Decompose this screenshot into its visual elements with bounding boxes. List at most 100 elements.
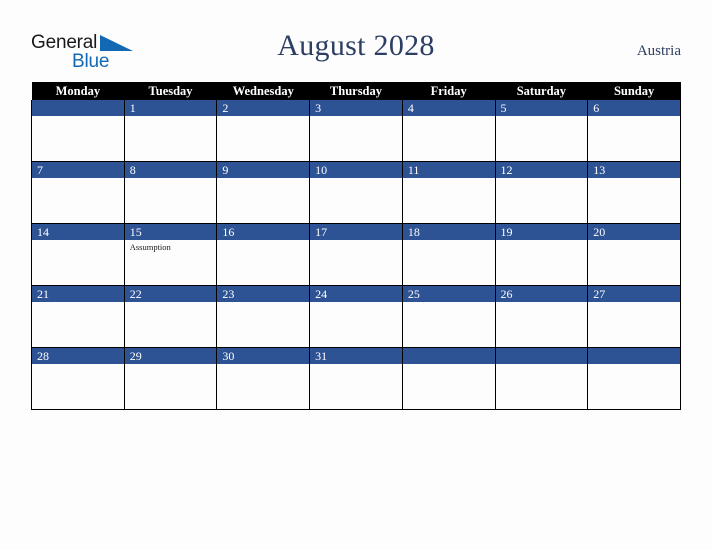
page-title: August 2028 [277, 29, 435, 62]
day-number: 5 [495, 100, 588, 116]
day-number: 10 [310, 162, 402, 178]
calendar-day-cell[interactable]: 14 [31, 223, 125, 286]
calendar-day-cell[interactable]: 18 [401, 223, 496, 286]
calendar-day-cell[interactable] [401, 347, 496, 410]
day-events [217, 364, 309, 366]
day-cell-content: 18 [402, 224, 495, 285]
calendar-day-cell[interactable]: 7 [31, 161, 125, 224]
day-events: Assumption [125, 240, 217, 253]
calendar-day-cell[interactable]: 22 [123, 285, 218, 348]
day-cell-content: 9 [217, 162, 310, 223]
calendar-day-cell[interactable]: 17 [309, 223, 403, 286]
calendar-day-cell[interactable]: 5 [494, 100, 589, 162]
calendar-day-cell[interactable]: 12 [494, 161, 589, 224]
day-number: 25 [402, 286, 495, 302]
day-cell-content: 26 [495, 286, 588, 347]
day-number: 20 [588, 224, 680, 240]
calendar-week-row: 14 15 Assumption 16 17 18 19 20 [31, 223, 681, 286]
day-cell-content [32, 100, 124, 161]
calendar-week-row: 28 29 30 31 [31, 347, 681, 410]
day-events [403, 178, 495, 180]
day-number: 21 [32, 286, 124, 302]
day-events [310, 178, 402, 180]
day-events [125, 178, 217, 180]
calendar-day-cell[interactable]: 11 [401, 161, 496, 224]
weekday-header-thursday: Thursday [309, 82, 403, 100]
day-number: 11 [402, 162, 495, 178]
day-cell-content: 27 [588, 286, 680, 347]
day-cell-content: 3 [310, 100, 402, 161]
day-number: 2 [217, 100, 310, 116]
day-number: 9 [217, 162, 310, 178]
day-number: 7 [32, 162, 124, 178]
calendar-day-cell[interactable]: 9 [216, 161, 311, 224]
day-cell-content: 14 [32, 224, 124, 285]
day-cell-content [588, 348, 680, 409]
calendar-day-cell[interactable]: 16 [216, 223, 311, 286]
day-events [32, 116, 124, 118]
weekday-header-tuesday: Tuesday [124, 82, 217, 100]
day-events [403, 302, 495, 304]
day-cell-content: 30 [217, 348, 310, 409]
calendar-day-cell[interactable]: 27 [587, 285, 681, 348]
day-cell-content [402, 348, 495, 409]
day-events [125, 116, 217, 118]
day-events [588, 364, 680, 366]
day-events [588, 240, 680, 242]
day-number: 13 [588, 162, 680, 178]
day-cell-content: 17 [310, 224, 402, 285]
day-events [32, 178, 124, 180]
calendar-day-cell[interactable]: 23 [216, 285, 311, 348]
day-events [496, 302, 588, 304]
calendar-day-cell[interactable] [31, 100, 125, 162]
day-events [403, 116, 495, 118]
day-cell-content: 8 [124, 162, 217, 223]
calendar-day-cell[interactable] [587, 347, 681, 410]
day-number: 1 [124, 100, 217, 116]
calendar-day-cell[interactable]: 1 [123, 100, 218, 162]
day-cell-content: 15 Assumption [124, 224, 217, 285]
day-events [217, 178, 309, 180]
calendar-day-cell[interactable]: 28 [31, 347, 125, 410]
day-cell-content: 20 [588, 224, 680, 285]
calendar-day-cell[interactable]: 26 [494, 285, 589, 348]
calendar-day-cell[interactable]: 21 [31, 285, 125, 348]
calendar-day-cell[interactable] [494, 347, 589, 410]
day-events [496, 364, 588, 366]
country-label: Austria [636, 43, 681, 59]
calendar-day-cell[interactable]: 4 [401, 100, 496, 162]
calendar-body: 1 2 3 4 5 6 7 8 9 10 11 12 13 14 15 Assumption 16 17 18 19 2… [31, 100, 681, 410]
day-cell-content: 31 [310, 348, 402, 409]
calendar-week-row: 21 22 23 24 25 26 27 [31, 285, 681, 348]
day-events [32, 302, 124, 304]
day-cell-content: 24 [310, 286, 402, 347]
day-cell-content: 16 [217, 224, 310, 285]
day-events [496, 178, 588, 180]
calendar-day-cell[interactable]: 20 [587, 223, 681, 286]
calendar-day-cell[interactable]: 6 [587, 100, 681, 162]
calendar-day-cell[interactable]: 10 [309, 161, 403, 224]
calendar-day-cell[interactable]: 13 [587, 161, 681, 224]
day-cell-content: 28 [32, 348, 124, 409]
calendar-day-cell[interactable]: 2 [216, 100, 311, 162]
day-events [217, 240, 309, 242]
day-number: 27 [588, 286, 680, 302]
calendar-day-cell[interactable]: 31 [309, 347, 403, 410]
day-events [403, 364, 495, 366]
day-number: 12 [495, 162, 588, 178]
day-number: 18 [402, 224, 495, 240]
day-number: 31 [310, 348, 402, 364]
day-cell-content: 29 [124, 348, 217, 409]
calendar-day-cell[interactable]: 25 [401, 285, 496, 348]
day-events [403, 240, 495, 242]
calendar-day-cell[interactable]: 24 [309, 285, 403, 348]
calendar-day-cell[interactable]: 30 [216, 347, 311, 410]
calendar-day-cell[interactable]: 29 [123, 347, 218, 410]
calendar-day-cell[interactable]: 3 [309, 100, 403, 162]
calendar-day-cell[interactable]: 8 [123, 161, 218, 224]
calendar-day-cell[interactable]: 15 Assumption [123, 223, 218, 286]
calendar-day-cell[interactable]: 19 [494, 223, 589, 286]
calendar-week-row: 123456 [31, 100, 681, 162]
day-number: 28 [32, 348, 124, 364]
day-cell-content: 25 [402, 286, 495, 347]
